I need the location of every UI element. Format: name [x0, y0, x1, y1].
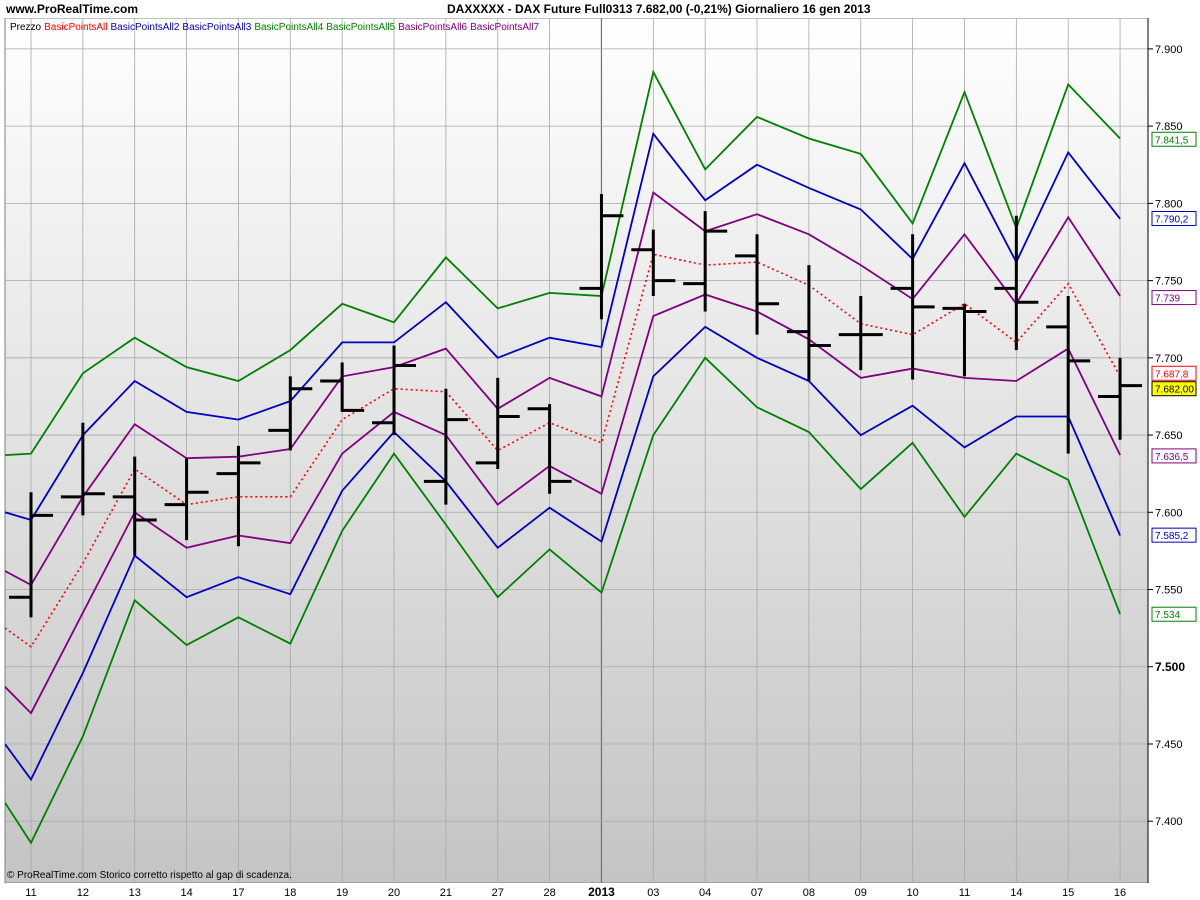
x-tick-label: 07: [751, 887, 763, 899]
x-tick-label: 20: [388, 887, 400, 899]
legend-item: BasicPointsAll6: [398, 22, 467, 33]
price-label: 7.687,8: [1151, 365, 1197, 381]
x-tick-label: 17: [232, 887, 244, 899]
legend-item: BasicPointsAll: [44, 22, 107, 33]
y-tick-label: 7.400: [1155, 816, 1183, 828]
y-tick-label: 7.650: [1155, 430, 1183, 442]
x-tick-label: 11: [25, 887, 36, 899]
x-tick-label: 13: [129, 887, 141, 899]
price-label: 7.841,5: [1151, 131, 1197, 147]
header: www.ProRealTime.com DAXXXXX - DAX Future…: [0, 0, 1200, 18]
y-tick-label: 7.800: [1155, 198, 1183, 210]
price-label-text: 7.687,8: [1155, 369, 1189, 380]
x-tick-label: 12: [77, 887, 89, 899]
price-label: 7.636,5: [1151, 448, 1197, 464]
legend-item: BasicPointsAll7: [470, 22, 539, 33]
price-label: 7.682,00: [1151, 381, 1197, 397]
y-tick-label: 7.600: [1155, 507, 1183, 519]
x-tick-label: 18: [284, 887, 296, 899]
y-tick-label: 7.700: [1155, 353, 1183, 365]
price-label: 7.790,2: [1151, 210, 1197, 226]
price-chart[interactable]: 7.400 7.450 7.500 7.550 7.600 7.650 7.700 7.750…: [0, 0, 1200, 900]
price-label: 7.585,2: [1151, 527, 1197, 543]
price-label-text: 7.534: [1155, 610, 1180, 621]
price-label-text: 7.636,5: [1155, 452, 1189, 463]
x-tick-label: 21: [440, 887, 452, 899]
x-tick-label: 09: [855, 887, 867, 899]
y-tick-label: 7.500: [1155, 660, 1185, 674]
price-label-text: 7.841,5: [1155, 135, 1189, 146]
x-tick-label: 14: [180, 887, 192, 899]
x-tick-label: 15: [1062, 887, 1074, 899]
site-link[interactable]: www.ProRealTime.com: [6, 2, 138, 16]
x-tick-label: 10: [906, 887, 918, 899]
legend: Prezzo BasicPointsAll BasicPointsAll2 Basic…: [10, 22, 539, 33]
x-tick-label: 28: [543, 887, 555, 899]
chart-title: DAXXXXX - DAX Future Full0313 7.682,00 (…: [447, 2, 871, 16]
legend-item: BasicPointsAll2: [110, 22, 179, 33]
y-tick-label: 7.850: [1155, 121, 1183, 133]
price-label: 7.739: [1151, 290, 1197, 306]
x-tick-label: 03: [647, 887, 659, 899]
x-tick-label: 11: [959, 887, 970, 899]
x-tick-label: 19: [336, 887, 348, 899]
y-tick-label: 7.450: [1155, 739, 1183, 751]
y-tick-label: 7.900: [1155, 44, 1183, 56]
price-label-text: 7.790,2: [1155, 214, 1189, 225]
price-label-text: 7.585,2: [1155, 531, 1189, 542]
legend-item: BasicPointsAll5: [326, 22, 395, 33]
y-tick-label: 7.750: [1155, 276, 1183, 288]
x-tick-label: 27: [492, 887, 504, 899]
x-tick-label: 2013: [588, 885, 615, 899]
legend-item: Prezzo: [10, 22, 42, 33]
price-label-text: 7.682,00: [1155, 385, 1194, 396]
x-tick-label: 14: [1010, 887, 1022, 899]
x-tick-label: 04: [699, 887, 711, 899]
y-tick-label: 7.550: [1155, 585, 1183, 597]
x-tick-label: 08: [803, 887, 815, 899]
x-tick-label: 16: [1114, 887, 1126, 899]
footer-note: © ProRealTime.com Storico corretto rispe…: [7, 870, 292, 881]
price-label: 7.534: [1151, 606, 1197, 622]
price-label-text: 7.739: [1155, 294, 1180, 305]
legend-item: BasicPointsAll4: [254, 22, 323, 33]
legend-item: BasicPointsAll3: [182, 22, 251, 33]
x-axis-strip: [5, 883, 1148, 900]
